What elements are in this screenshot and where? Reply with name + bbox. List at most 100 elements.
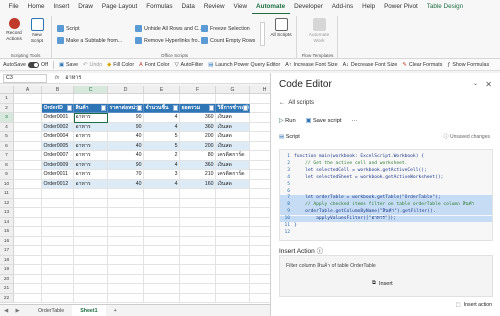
table-cell[interactable]: 3 <box>144 170 180 180</box>
table-cell[interactable]: อาหาร <box>74 160 108 170</box>
column-header[interactable]: C <box>74 86 108 94</box>
menu-tab-automate[interactable]: Automate <box>251 0 290 14</box>
code-line[interactable]: 4 let selectedSheet = workbook.getActive… <box>280 175 492 181</box>
record-actions-button[interactable]: Record Actions <box>3 18 25 42</box>
empty-cell[interactable] <box>14 113 42 123</box>
code-line[interactable]: 12 <box>280 230 492 236</box>
all-scripts-button[interactable]: All Scripts <box>269 18 293 39</box>
table-cell[interactable]: เงินสด <box>216 179 250 189</box>
empty-cell[interactable] <box>216 274 250 284</box>
menu-tab-view[interactable]: View <box>229 0 252 14</box>
table-cell[interactable]: อาหาร <box>74 122 108 132</box>
empty-cell[interactable] <box>14 122 42 132</box>
row-header[interactable]: 16 <box>0 236 14 246</box>
table-cell[interactable]: Order0002 <box>42 122 74 132</box>
empty-cell[interactable] <box>74 189 108 199</box>
empty-cell[interactable] <box>250 113 270 123</box>
font-color-button[interactable]: A Font Color <box>139 62 169 68</box>
menu-tab-add-ins[interactable]: Add-ins <box>327 0 357 14</box>
empty-cell[interactable] <box>180 208 216 218</box>
menu-tab-draw[interactable]: Draw <box>74 0 98 14</box>
row-header[interactable]: 20 <box>0 274 14 284</box>
empty-cell[interactable] <box>144 293 180 303</box>
empty-cell[interactable] <box>14 284 42 294</box>
filter-dropdown-icon[interactable] <box>173 105 178 111</box>
empty-cell[interactable] <box>216 189 250 199</box>
empty-cell[interactable] <box>42 293 74 303</box>
empty-cell[interactable] <box>14 198 42 208</box>
table-cell[interactable]: เครดิตการ์ด <box>216 151 250 161</box>
empty-cell[interactable] <box>216 208 250 218</box>
empty-cell[interactable] <box>250 199 270 208</box>
filter-dropdown-icon[interactable] <box>137 105 142 111</box>
column-header[interactable]: B <box>42 86 74 94</box>
table-cell[interactable]: Order0011 <box>42 170 74 180</box>
insert-action-button[interactable]: ⬚ Insert action <box>456 302 492 308</box>
empty-cell[interactable] <box>42 284 74 294</box>
empty-cell[interactable] <box>14 189 42 199</box>
empty-cell[interactable] <box>180 236 216 246</box>
table-cell[interactable]: เงินสด <box>216 160 250 170</box>
empty-cell[interactable] <box>144 227 180 237</box>
empty-cell[interactable] <box>74 284 108 294</box>
table-cell[interactable]: อาหาร <box>74 113 108 123</box>
row-header[interactable]: 14 <box>0 217 14 227</box>
menu-tab-review[interactable]: Review <box>199 0 229 14</box>
table-cell[interactable]: 40 <box>108 132 144 142</box>
insert-button[interactable]: ⧉ Insert <box>372 280 393 287</box>
empty-cell[interactable] <box>74 246 108 256</box>
decrease-font-button[interactable]: A↓ Decrease Font Size <box>343 62 398 68</box>
row-header[interactable]: 13 <box>0 208 14 218</box>
empty-cell[interactable] <box>108 236 144 246</box>
table-cell[interactable]: 90 <box>108 113 144 123</box>
empty-cell[interactable] <box>180 284 216 294</box>
code-line[interactable]: 11} <box>280 223 492 229</box>
empty-cell[interactable] <box>250 161 270 170</box>
table-cell[interactable]: 4 <box>144 113 180 123</box>
menu-tab-file[interactable]: File <box>4 0 23 14</box>
row-header[interactable]: 11 <box>0 189 14 199</box>
empty-cell[interactable] <box>144 217 180 227</box>
table-cell[interactable]: เงินสด <box>216 122 250 132</box>
menu-tab-data[interactable]: Data <box>177 0 199 14</box>
empty-cell[interactable] <box>180 274 216 284</box>
increase-font-button[interactable]: A↑ Increase Font Size <box>285 62 337 68</box>
column-header[interactable]: H <box>250 86 270 94</box>
empty-cell[interactable] <box>250 275 270 284</box>
empty-cell[interactable] <box>144 255 180 265</box>
filter-dropdown-icon[interactable] <box>101 105 106 111</box>
column-header[interactable]: A <box>14 86 42 94</box>
undo-button[interactable]: ↶ Undo <box>83 62 102 68</box>
empty-cell[interactable] <box>14 151 42 161</box>
empty-cell[interactable] <box>14 132 42 142</box>
table-cell[interactable]: Order0004 <box>42 132 74 142</box>
script-item[interactable]: Freeze Selection <box>201 24 250 33</box>
table-cell[interactable]: อาหาร <box>74 141 108 151</box>
empty-cell[interactable] <box>250 170 270 180</box>
table-header-cell[interactable]: จำนวนชิ้น <box>144 103 180 113</box>
sheet-tab-sheet1[interactable]: Sheet1 <box>72 304 106 316</box>
empty-cell[interactable] <box>42 217 74 227</box>
row-header[interactable]: 10 <box>0 179 14 189</box>
sheet-nav-arrows[interactable]: ◀ ▶ <box>0 308 30 314</box>
column-header[interactable]: E <box>144 86 180 94</box>
empty-cell[interactable] <box>14 141 42 151</box>
table-cell[interactable]: Order0005 <box>42 141 74 151</box>
autosave-toggle[interactable]: AutoSave Off <box>3 61 48 68</box>
empty-cell[interactable] <box>42 189 74 199</box>
menu-tab-insert[interactable]: Insert <box>49 0 74 14</box>
table-cell[interactable]: 360 <box>180 122 216 132</box>
empty-cell[interactable] <box>250 123 270 132</box>
table-cell[interactable]: 40 <box>108 179 144 189</box>
table-cell[interactable]: Order0012 <box>42 179 74 189</box>
table-header-cell[interactable]: ยอดรวม <box>180 103 216 113</box>
table-cell[interactable]: 80 <box>180 151 216 161</box>
table-cell[interactable]: 5 <box>144 132 180 142</box>
row-header[interactable]: 22 <box>0 293 14 303</box>
menu-tab-page-layout[interactable]: Page Layout <box>97 0 141 14</box>
empty-cell[interactable] <box>14 94 42 104</box>
empty-cell[interactable] <box>74 198 108 208</box>
empty-cell[interactable] <box>216 246 250 256</box>
empty-cell[interactable] <box>250 151 270 161</box>
name-box[interactable]: C3 <box>3 73 47 83</box>
